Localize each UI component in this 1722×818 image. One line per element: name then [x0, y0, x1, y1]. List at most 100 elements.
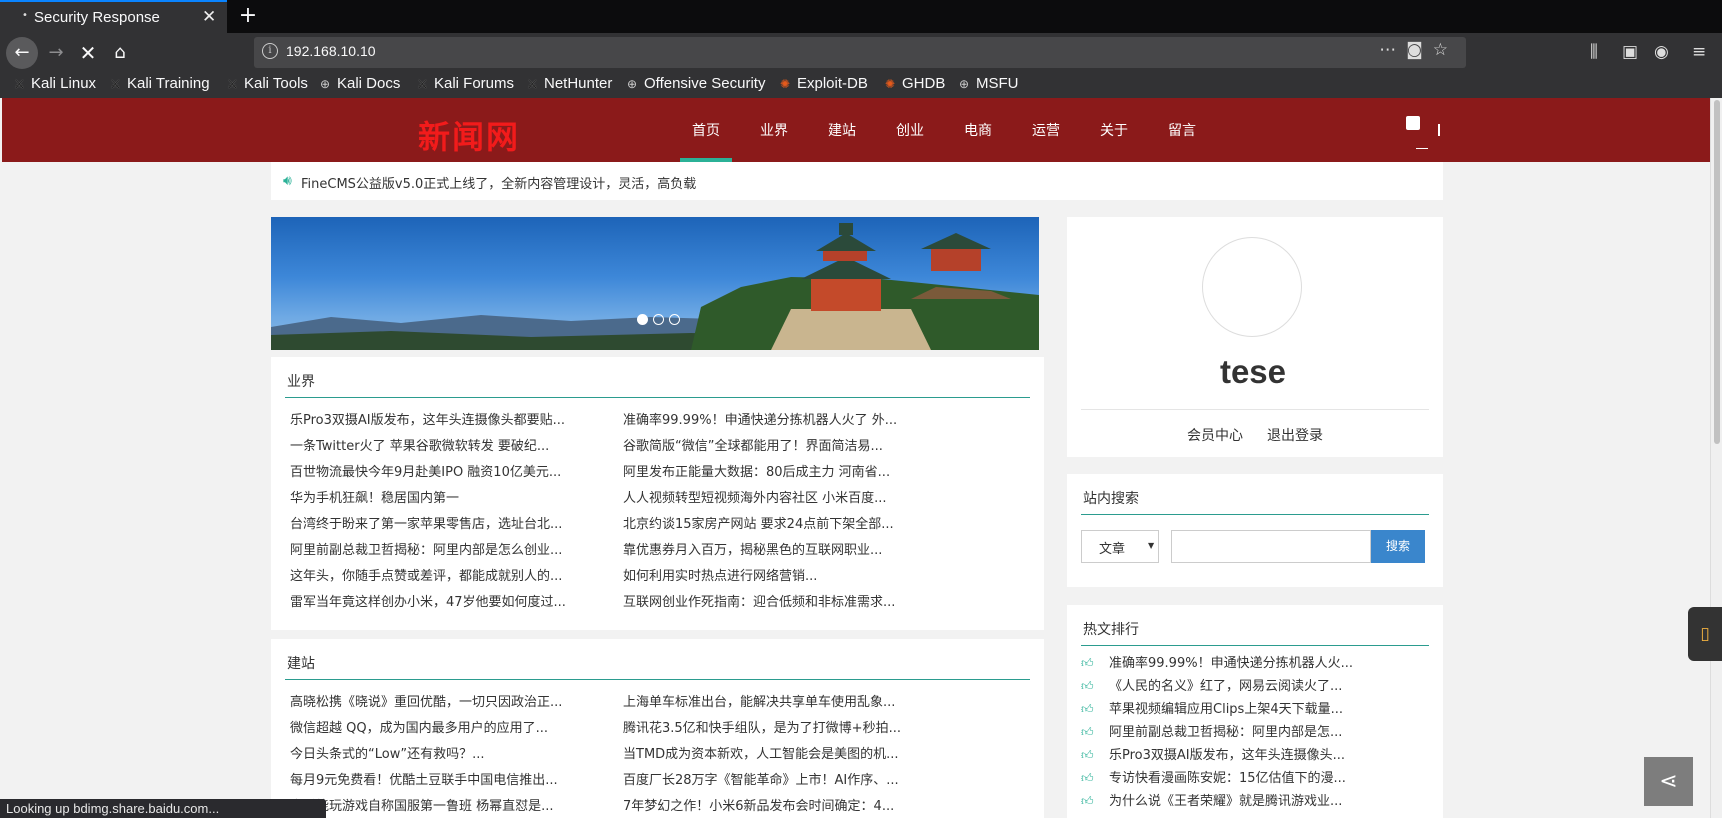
hot-article-link[interactable]: 👍︎ 为什么说《王者荣耀》就是腾讯游戏业... — [1081, 790, 1342, 809]
site-logo[interactable]: 新闻网 — [418, 112, 520, 158]
news-link[interactable]: 阿里前副总裁卫哲揭秘：阿里内部是怎么创业... — [290, 539, 562, 558]
share-icon[interactable]: ⋖ — [1644, 757, 1693, 806]
avatar[interactable] — [1202, 237, 1302, 337]
globe-icon: ⊕ — [627, 77, 638, 91]
notice-bar: 🔊︎ FineCMS公益版v5.0正式上线了，全新内容管理设计，灵活，高负载 — [271, 162, 1443, 200]
bookmark-ghdb[interactable]: ✺ GHDB — [885, 75, 945, 92]
news-link[interactable]: 如何利用实时热点进行网络营销... — [623, 565, 817, 584]
home-icon[interactable]: ⌂ — [104, 37, 136, 69]
bookmark-kali-forums[interactable]: ⚔ Kali Forums — [417, 75, 514, 92]
news-link[interactable]: 这年头，你随手点赞或差评，都能成就别人的... — [290, 565, 562, 584]
new-tab-icon[interactable]: + — [235, 3, 261, 28]
broken-image-icon[interactable] — [1406, 116, 1420, 130]
account-icon[interactable]: ◉ — [1654, 42, 1669, 62]
thumbs-up-icon: 👍︎ — [1081, 794, 1094, 808]
hot-article-link[interactable]: 👍︎ 乐Pro3双摄AI版发布，这年头连摄像头... — [1081, 744, 1345, 763]
news-link[interactable]: 一条Twitter火了 苹果谷歌微软转发 要破纪... — [290, 435, 549, 454]
banner-slideshow[interactable] — [271, 217, 1039, 350]
close-tab-icon[interactable]: ✕ — [202, 7, 216, 27]
nav-message[interactable]: 留言 — [1168, 120, 1196, 140]
more-actions-icon[interactable]: ⋯ — [1379, 40, 1406, 60]
nav-ecommerce[interactable]: 电商 — [964, 120, 992, 140]
notice-text[interactable]: FineCMS公益版v5.0正式上线了，全新内容管理设计，灵活，高负载 — [301, 173, 696, 192]
address-bar[interactable]: i 192.168.10.10 ⋯◙☆ — [254, 37, 1466, 68]
bookmark-offensive-security[interactable]: ⊕ Offensive Security — [627, 75, 765, 92]
thumbs-up-icon: 👍︎ — [1081, 702, 1094, 716]
hot-article-link[interactable]: 👍︎ 专访快看漫画陈安妮：15亿估值下的漫... — [1081, 767, 1346, 786]
status-bar: Looking up bdimg.share.baidu.com... — [0, 799, 326, 818]
scrollbar-thumb[interactable] — [1714, 100, 1720, 444]
news-link[interactable]: 互联网创业作死指南：迎合低频和非标准需求... — [623, 591, 895, 610]
slide-dot-1[interactable] — [637, 314, 648, 325]
news-link[interactable]: 高晓松携《晓说》重回优酷，一切只因政治正... — [290, 691, 562, 710]
exploit-db-icon: ✺ — [780, 77, 791, 91]
news-link[interactable]: 微信超越 QQ，成为国内最多用户的应用了... — [290, 717, 548, 736]
slide-dot-2[interactable] — [653, 314, 664, 325]
library-icon[interactable]: ⫼ — [1590, 42, 1598, 62]
section-divider — [1081, 514, 1429, 515]
bookmark-exploit-db[interactable]: ✺ Exploit-DB — [780, 75, 868, 92]
news-link[interactable]: 北京约谈15家房产网站 要求24点前下架全部... — [623, 513, 894, 532]
news-link[interactable]: 谷歌简版“微信”全球都能用了！界面简洁易... — [623, 435, 883, 454]
url-text[interactable]: 192.168.10.10 — [286, 43, 376, 59]
search-input[interactable] — [1171, 530, 1371, 563]
stop-loading-icon[interactable]: ✕ — [72, 37, 104, 69]
search-button[interactable]: 搜索 — [1371, 530, 1425, 563]
section-title[interactable]: 业界 — [287, 371, 315, 391]
nav-website-building[interactable]: 建站 — [828, 120, 856, 140]
news-link[interactable]: 台湾终于盼来了第一家苹果零售店，选址台北... — [290, 513, 562, 532]
bookmark-kali-training[interactable]: ⚔ Kali Training — [110, 75, 210, 92]
slide-dot-3[interactable] — [669, 314, 680, 325]
back-arrow-icon[interactable]: ← — [6, 37, 38, 69]
nav-home[interactable]: 首页 — [680, 120, 732, 162]
globe-icon: ⊕ — [320, 77, 331, 91]
kali-dragon-icon: ⚔ — [14, 77, 25, 91]
news-link[interactable]: 当TMD成为资本新欢，人工智能会是美图的机... — [623, 743, 899, 762]
select-value: 文章 — [1099, 542, 1126, 557]
news-link[interactable]: 高手能玩游戏自称国服第一鲁班 杨幂直怼是... — [290, 795, 554, 814]
nav-operations[interactable]: 运营 — [1032, 120, 1060, 140]
logout-link[interactable]: 退出登录 — [1267, 425, 1323, 445]
hot-article-link[interactable]: 👍︎ 阿里前副总裁卫哲揭秘：阿里内部是怎... — [1081, 721, 1342, 740]
nav-startup[interactable]: 创业 — [896, 120, 924, 140]
thumbs-up-icon: 👍︎ — [1081, 679, 1094, 693]
globe-icon: ⊕ — [959, 77, 970, 91]
news-link[interactable]: 上海单车标准出台，能解决共享单车使用乱象... — [623, 691, 895, 710]
news-link[interactable]: 华为手机狂飙！稳居国内第一 — [290, 487, 459, 506]
section-title[interactable]: 建站 — [287, 653, 315, 673]
bookmark-nethunter[interactable]: ⚔ NetHunter — [527, 75, 612, 92]
news-link[interactable]: 准确率99.99%！申通快递分拣机器人火了 外... — [623, 409, 897, 428]
sidebar-icon[interactable]: ▣ — [1622, 42, 1638, 62]
pocket-icon[interactable]: ◙ — [1406, 40, 1433, 60]
page-scrollbar[interactable] — [1710, 98, 1722, 818]
side-widget-icon[interactable]: ▯ — [1688, 607, 1722, 661]
news-link[interactable]: 乐Pro3双摄AI版发布，这年头连摄像头都要贴... — [290, 409, 565, 428]
forward-arrow-icon[interactable]: → — [40, 37, 72, 69]
site-info-icon[interactable]: i — [262, 43, 278, 59]
bookmark-star-icon[interactable]: ☆ — [1433, 40, 1458, 60]
hot-article-link[interactable]: 👍︎ 苹果视频编辑应用Clips上架4天下载量... — [1081, 698, 1343, 717]
search-type-select[interactable]: 文章 ▼ — [1081, 530, 1159, 563]
news-link[interactable]: 今日头条式的“Low”还有救吗？... — [290, 743, 484, 762]
bookmark-msfu[interactable]: ⊕ MSFU — [959, 75, 1019, 92]
hot-article-link[interactable]: 👍︎ 准确率99.99%！申通快递分拣机器人火... — [1081, 652, 1353, 671]
bookmark-kali-tools[interactable]: ⚔ Kali Tools — [227, 75, 308, 92]
news-link[interactable]: 雷军当年竟这样创办小米，47岁他要如何度过... — [290, 591, 566, 610]
news-link[interactable]: 7年梦幻之作！小米6新品发布会时间确定：4... — [623, 795, 894, 814]
hot-article-link[interactable]: 👍︎ 《人民的名义》红了，网易云阅读火了... — [1081, 675, 1342, 694]
bookmark-kali-linux[interactable]: ⚔ Kali Linux — [14, 75, 96, 92]
news-link[interactable]: 阿里发布正能量大数据：80后成主力 河南省... — [623, 461, 890, 480]
bookmark-kali-docs[interactable]: ⊕ Kali Docs — [320, 75, 400, 92]
news-link[interactable]: 人人视频转型短视频海外内容社区 小米百度... — [623, 487, 887, 506]
news-link[interactable]: 每月9元免费看！优酷土豆联手中国电信推出... — [290, 769, 558, 788]
hamburger-menu-icon[interactable]: ≡ — [1692, 42, 1706, 62]
news-link[interactable]: 百度厂长28万字《智能革命》上市！AI作序、... — [623, 769, 899, 788]
news-link[interactable]: 百世物流最快今年9月赴美IPO 融资10亿美元... — [290, 461, 561, 480]
member-center-link[interactable]: 会员中心 — [1187, 425, 1243, 445]
news-link[interactable]: 靠优惠券月入百万，揭秘黑色的互联网职业... — [623, 539, 882, 558]
news-link[interactable]: 腾讯花3.5亿和快手组队，是为了打微博+秒拍... — [623, 717, 901, 736]
nav-industry[interactable]: 业界 — [760, 120, 788, 140]
nav-about[interactable]: 关于 — [1100, 120, 1128, 140]
tab-security-response[interactable]: • Security Response ✕ — [0, 0, 227, 33]
section-divider — [285, 397, 1030, 398]
